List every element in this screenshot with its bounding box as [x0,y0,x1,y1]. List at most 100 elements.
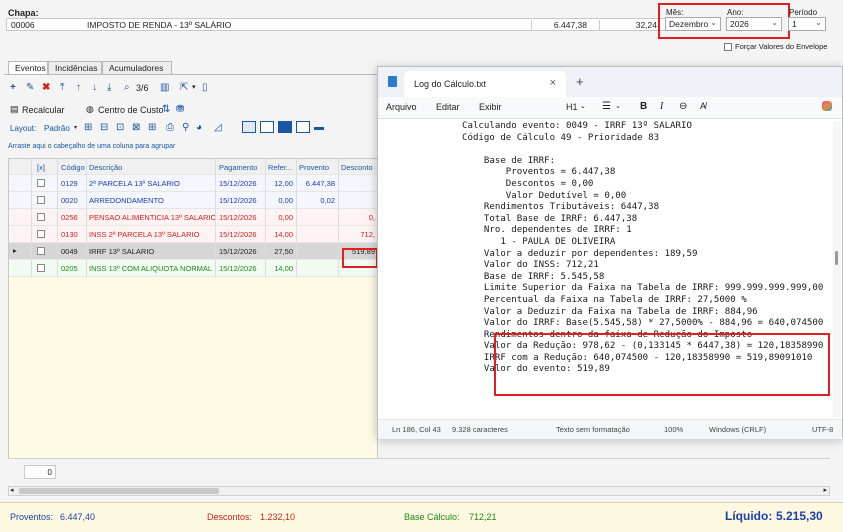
col-header-referencia[interactable]: Refer... [268,163,296,172]
col-header-desconto[interactable]: Desconto [341,163,373,172]
cell-code: 0049 [61,247,78,256]
log-line: Valor do IRRF: Base(5.545,58) * 27,5000%… [462,318,824,329]
table-row[interactable]: ▸ 0049 IRRF 13º SALARIO 15/12/2026 27,50 519,… [9,243,377,260]
notepad-app-icon [388,76,397,87]
cell-code: 0130 [61,230,78,239]
centro-custo-button[interactable]: Centro de Custo [98,105,164,115]
grid-upload-icon[interactable]: ⊠ [132,122,140,133]
col-header-provento[interactable]: Provento [299,163,329,172]
chevron-down-icon[interactable]: ⌄ [615,102,621,110]
mes-select[interactable]: Dezembro ⌄ [665,17,721,31]
grid-print-icon[interactable]: ⊞ [148,122,156,133]
cell-prov: 6.447,38 [305,179,335,188]
chapa-rate: 32,24 [599,20,659,30]
table-row[interactable]: 0256 PENSAO ALIMENTICIA 13º SALARIO 15/12/… [9,209,377,226]
forcar-checkbox[interactable] [724,43,732,51]
dropdown-caret-icon[interactable]: ▾ [74,124,77,131]
bold-icon[interactable]: B [640,101,647,112]
menu-editar[interactable]: Editar [436,102,460,112]
search-icon[interactable]: ⌕ [124,82,130,93]
log-line: Total Base de IRRF: 6.447,38 [462,213,638,224]
cell-prov: 0,02 [320,196,335,205]
new-tab-icon[interactable]: + [576,74,584,89]
col-header-pagamento[interactable]: Pagamento [219,163,257,172]
table-row[interactable]: 0020 ARREDONDAMENTO 15/12/2026 0,00 0,02 [9,192,377,209]
recalcular-button[interactable]: Recalcular [22,105,65,115]
scroll-left-icon[interactable]: ◂ [10,486,14,494]
notepad-titlebar: Log do Cálculo.txt × + [378,67,842,97]
filter-icon[interactable]: ⛃ [176,104,184,115]
reduction-highlight [494,333,830,396]
move-bottom-icon[interactable]: ⤓ [107,82,111,93]
log-line: Percentual da Faixa na Tabela de IRRF: 2… [462,294,747,305]
chapa-row[interactable]: 00006 IMPOSTO DE RENDA - 13º SALÁRIO 6.4… [6,18,686,31]
chevron-down-icon[interactable]: ⌄ [580,102,586,110]
horizontal-scrollbar[interactable]: ◂ ▸ [8,486,830,496]
col-header-check[interactable]: [x] [37,163,45,172]
view-toggle-1-icon[interactable] [242,121,256,133]
table-row[interactable]: 0130 INSS 2ª PARCELA 13º SALARIO 15/12/202… [9,226,377,243]
view-toggle-3-icon[interactable] [278,121,292,133]
notepad-tab[interactable]: Log do Cálculo.txt × [404,71,566,97]
cell-desc: ARREDONDAMENTO [89,196,164,205]
cell-date: 15/12/2026 [219,230,257,239]
vertical-scrollbar[interactable] [833,121,841,417]
cell-ref: 14,00 [274,264,293,273]
row-checkbox[interactable] [37,247,45,255]
row-checkbox[interactable] [37,264,45,272]
close-tab-icon[interactable]: × [550,77,556,89]
tab-incidencias[interactable]: Incidências [48,61,102,74]
copilot-icon[interactable] [822,101,832,111]
mes-value: Dezembro [669,19,709,29]
scrollbar-thumb[interactable] [19,488,219,494]
print-icon[interactable]: ⎙ [166,122,174,133]
edit-icon[interactable]: ✎ [26,82,34,93]
link-icon[interactable]: ⊖ [679,101,687,112]
italic-icon[interactable]: I [660,101,663,112]
delete-icon[interactable]: ✖ [42,82,50,93]
col-header-codigo[interactable]: Código [61,163,85,172]
heading-select[interactable]: H1 [566,102,578,112]
grid-columns-icon[interactable]: ⊟ [100,122,108,133]
col-header-descricao[interactable]: Descrição [89,163,122,172]
clear-format-icon[interactable]: A̸ [700,101,706,111]
layout-select[interactable]: Padrão [44,124,70,133]
export-icon[interactable]: ⇱ [180,82,188,93]
scroll-right-icon[interactable]: ▸ [823,486,827,494]
move-down-icon[interactable]: ↓ [92,82,97,93]
menu-arquivo[interactable]: Arquivo [386,102,417,112]
tab-acumuladores[interactable]: Acumuladores [102,61,172,74]
move-up-icon[interactable]: ↑ [76,82,81,93]
table-row[interactable]: 0205 INSS 13º COM ALIQUOTA NORMAL 15/12/20… [9,260,377,277]
grid-layout-icon[interactable]: ⊞ [84,122,92,133]
sort-icon[interactable]: ⇅ [162,104,170,115]
chevron-down-icon: ⌄ [815,18,822,27]
log-line: Descontos = 0,00 [462,178,594,189]
proventos-value: 6.447,40 [60,512,96,522]
document-icon[interactable]: ▯ [202,82,208,93]
periodo-select[interactable]: 1 ⌄ [788,17,826,31]
move-top-icon[interactable]: ⤒ [60,82,64,93]
dropdown-caret-icon[interactable]: ▾ [192,83,196,91]
color-icon[interactable]: ◕ [196,122,202,133]
minimize-icon[interactable]: ▬ [314,122,324,133]
table-row[interactable]: 0129 2ª PARCELA 13º SALARIO 15/12/2026 12,0… [9,175,377,192]
ano-select[interactable]: 2026 ⌄ [726,17,782,31]
chart-icon[interactable]: ◿ [214,122,222,133]
grid-export-icon[interactable]: ⊡ [116,122,124,133]
scrollbar-thumb[interactable] [835,251,838,265]
columns-icon[interactable]: ▥ [160,82,169,93]
grid-footer [8,458,830,484]
pin-icon[interactable]: ⚲ [182,122,189,133]
view-toggle-2-icon[interactable] [260,121,274,133]
row-checkbox[interactable] [37,196,45,204]
list-icon[interactable]: ☰ [602,101,611,112]
menu-exibir[interactable]: Exibir [479,102,502,112]
row-checkbox[interactable] [37,179,45,187]
add-icon[interactable]: + [10,82,16,93]
row-checkbox[interactable] [37,230,45,238]
ano-label: Ano: [727,8,744,17]
tab-eventos[interactable]: Eventos [8,61,48,74]
view-toggle-4-icon[interactable] [296,121,310,133]
row-checkbox[interactable] [37,213,45,221]
